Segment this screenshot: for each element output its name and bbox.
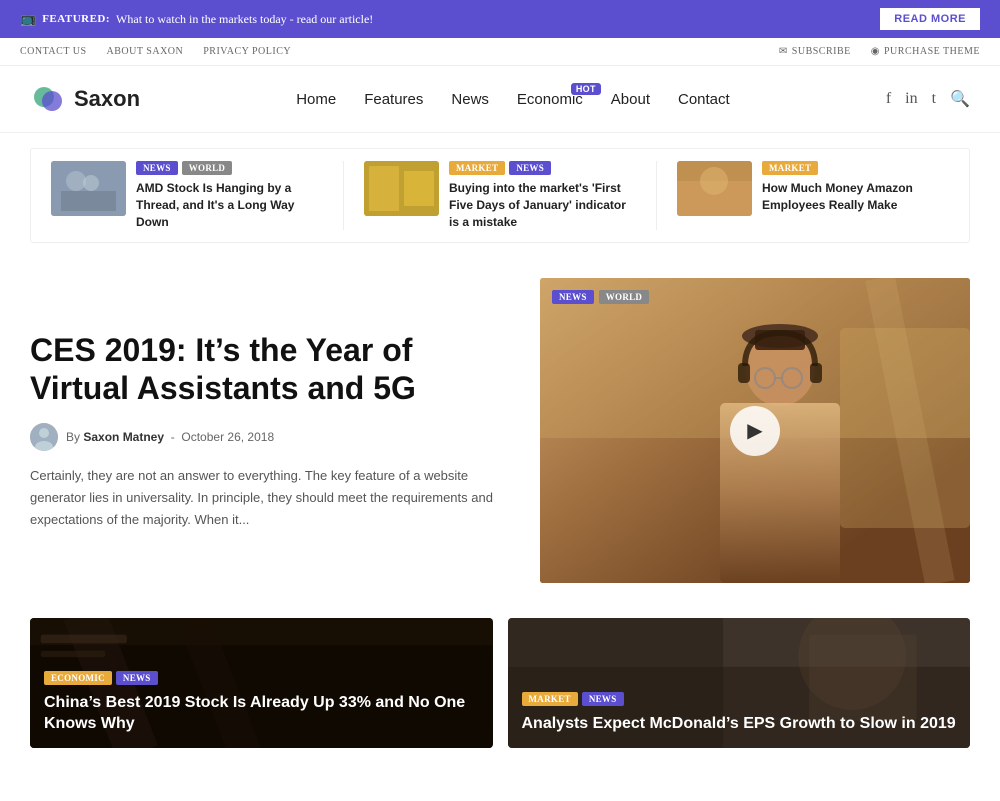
header-social: f in t 🔍 [886,89,970,109]
card-tag-news-2: NEWS [582,692,624,706]
utility-right: ✉ SUBSCRIBE ◉ PURCHASE THEME [779,46,980,57]
featured-item-2[interactable]: MARKET NEWS Buying into the market's 'Fi… [344,161,657,230]
privacy-policy-link[interactable]: PRIVACY POLICY [203,46,291,57]
article-meta: By Saxon Matney - October 26, 2018 [30,423,510,451]
utility-bar: CONTACT US ABOUT SAXON PRIVACY POLICY ✉ … [0,38,1000,66]
featured-thumb-3 [677,161,752,216]
tag-group-3: MARKET [762,161,949,175]
article-excerpt: Certainly, they are not an answer to eve… [30,465,510,531]
logo-text: Saxon [74,86,140,112]
featured-content-3: MARKET How Much Money Amazon Employees R… [762,161,949,214]
play-button[interactable]: ▶ [730,406,780,456]
card-tags-1: ECONOMIC NEWS [44,671,479,685]
subscribe-label: SUBSCRIBE [792,46,851,57]
tag-market-2: MARKET [449,161,505,175]
header: Saxon Home Features News EconomicHOT Abo… [0,66,1000,133]
nav-contact[interactable]: Contact [678,91,730,108]
card-title-1: China’s Best 2019 Stock Is Already Up 33… [44,693,479,735]
card-tag-market-2: MARKET [522,692,578,706]
card-title-2: Analysts Expect McDonald’s EPS Growth to… [522,714,957,735]
featured-item-1[interactable]: NEWS WORLD AMD Stock Is Hanging by a Thr… [31,161,344,230]
top-banner: 📺 FEATURED: What to watch in the markets… [0,0,1000,38]
article-date: October 26, 2018 [181,430,274,444]
utility-links: CONTACT US ABOUT SAXON PRIVACY POLICY [20,46,291,57]
about-saxon-link[interactable]: ABOUT SAXON [107,46,184,57]
main-content: CES 2019: It’s the Year of Virtual Assis… [0,258,1000,603]
nav-about[interactable]: About [611,91,650,108]
main-nav: Home Features News EconomicHOT About Con… [296,91,730,108]
featured-title-2: Buying into the market's 'First Five Day… [449,180,636,230]
logo-icon [30,81,66,117]
nav-news[interactable]: News [451,91,489,108]
hero-image[interactable]: NEWS WORLD ▶ [540,278,970,583]
tag-group-1: NEWS WORLD [136,161,323,175]
hero-tag-news: NEWS [552,290,594,304]
featured-item-3[interactable]: MARKET How Much Money Amazon Employees R… [657,161,969,230]
featured-title-3: How Much Money Amazon Employees Really M… [762,180,949,214]
card-tag-economic: ECONOMIC [44,671,112,685]
featured-title-1: AMD Stock Is Hanging by a Thread, and It… [136,180,323,230]
featured-thumb-1 [51,161,126,216]
hot-badge: HOT [571,83,601,95]
article-left: CES 2019: It’s the Year of Virtual Assis… [30,278,540,583]
purchase-theme-item[interactable]: ◉ PURCHASE THEME [871,46,980,57]
featured-content-2: MARKET NEWS Buying into the market's 'Fi… [449,161,636,230]
card-tag-news-1: NEWS [116,671,158,685]
bottom-card-2[interactable]: MARKET NEWS Analysts Expect McDonald’s E… [508,618,971,748]
tag-news-2: NEWS [509,161,551,175]
tag-group-2: MARKET NEWS [449,161,636,175]
card-overlay-2: MARKET NEWS Analysts Expect McDonald’s E… [508,618,971,748]
banner-left: 📺 FEATURED: What to watch in the markets… [20,11,373,27]
nav-home[interactable]: Home [296,91,336,108]
tv-icon: 📺 [20,11,36,27]
article-right: NEWS WORLD ▶ [540,278,970,583]
twitter-icon[interactable]: t [932,90,936,108]
contact-us-link[interactable]: CONTACT US [20,46,87,57]
tag-market-3: MARKET [762,161,818,175]
nav-economic[interactable]: EconomicHOT [517,91,583,108]
author-avatar [30,423,58,451]
email-icon: ✉ [779,46,788,57]
author-name[interactable]: Saxon Matney [83,430,164,444]
logo[interactable]: Saxon [30,81,140,117]
card-tags-2: MARKET NEWS [522,692,957,706]
hero-tag-world: WORLD [599,290,650,304]
featured-strip: NEWS WORLD AMD Stock Is Hanging by a Thr… [30,148,970,243]
featured-thumb-2 [364,161,439,216]
bottom-cards: ECONOMIC NEWS China’s Best 2019 Stock Is… [0,603,1000,763]
card-overlay-1: ECONOMIC NEWS China’s Best 2019 Stock Is… [30,618,493,748]
subscribe-item[interactable]: ✉ SUBSCRIBE [779,46,851,57]
tag-world-1: WORLD [182,161,233,175]
purchase-theme-label: PURCHASE THEME [884,46,980,57]
linkedin-icon[interactable]: in [905,90,917,108]
featured-content-1: NEWS WORLD AMD Stock Is Hanging by a Thr… [136,161,323,230]
hero-article-title: CES 2019: It’s the Year of Virtual Assis… [30,331,510,408]
banner-text: What to watch in the markets today - rea… [116,12,373,27]
read-more-button[interactable]: READ MORE [880,8,980,30]
bottom-card-1[interactable]: ECONOMIC NEWS China’s Best 2019 Stock Is… [30,618,493,748]
featured-label: FEATURED: [42,13,110,25]
tag-news-1: NEWS [136,161,178,175]
facebook-icon[interactable]: f [886,90,891,108]
nav-features[interactable]: Features [364,91,423,108]
hero-tags: NEWS WORLD [552,290,649,304]
meta-text: By Saxon Matney - October 26, 2018 [66,430,274,444]
theme-icon: ◉ [871,46,880,57]
search-button[interactable]: 🔍 [950,89,970,109]
